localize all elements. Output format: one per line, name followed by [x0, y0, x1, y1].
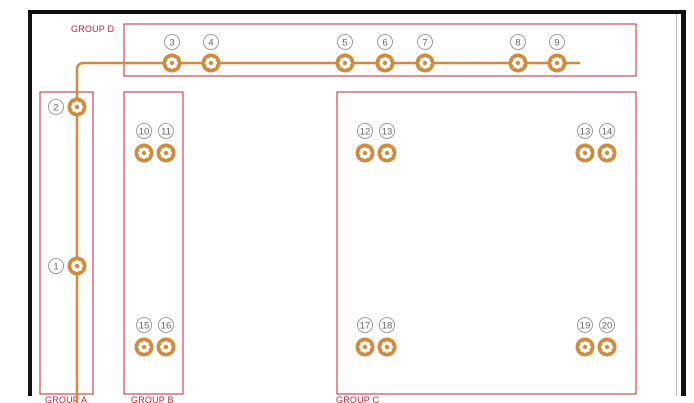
- led-6: 6: [375, 34, 395, 73]
- led-number-badge: 11: [158, 123, 174, 139]
- led-center: [141, 344, 147, 350]
- led-3: 3: [162, 34, 182, 73]
- led-center: [582, 344, 588, 350]
- led-layer: 123 4 5 6 7 8 910 1115 1612 13 13 1417 18 19 20: [48, 34, 617, 357]
- led-19: 19: [575, 317, 595, 357]
- led-number-badge: 9: [549, 34, 565, 50]
- led-number: 1: [53, 261, 58, 272]
- led-number-badge: 1: [48, 258, 64, 274]
- led-number-badge: 7: [417, 34, 433, 50]
- led-center: [554, 60, 560, 66]
- led-center: [422, 60, 428, 66]
- led-center: [582, 150, 588, 156]
- led-center: [382, 60, 388, 66]
- group-d-label: GROUP D: [71, 24, 115, 34]
- led-number-badge: 18: [379, 317, 395, 333]
- led-number: 10: [139, 126, 150, 137]
- led-number-badge: 19: [577, 317, 593, 333]
- led-number-badge: 16: [158, 317, 174, 333]
- led-number-badge: 12: [357, 123, 373, 139]
- led-number: 16: [161, 320, 172, 331]
- led-number-badge: 17: [357, 317, 373, 333]
- led-center: [163, 150, 169, 156]
- led-11: 11: [156, 123, 176, 163]
- led-8: 8: [508, 34, 528, 73]
- led-number: 7: [422, 37, 427, 48]
- led-center: [362, 344, 368, 350]
- led-center: [384, 150, 390, 156]
- group-a-label: GROUP A: [45, 395, 87, 403]
- led-13: 13: [575, 123, 595, 163]
- led-center: [74, 104, 80, 110]
- led-10: 10: [134, 123, 154, 163]
- led-number-badge: 20: [599, 317, 615, 333]
- led-number: 17: [360, 320, 371, 331]
- led-number: 14: [602, 126, 613, 137]
- led-center: [169, 60, 175, 66]
- led-12: 12: [355, 123, 375, 163]
- led-number-badge: 4: [203, 34, 219, 50]
- wiring-diagram: GROUP A GROUP B GROUP C GROUP D 123 4 5 6 7 8…: [39, 23, 637, 403]
- led-center: [342, 60, 348, 66]
- group-a-box: [39, 91, 94, 395]
- led-number: 13: [382, 126, 393, 137]
- led-number: 9: [554, 37, 559, 48]
- led-number: 20: [602, 320, 613, 331]
- led-center: [141, 150, 147, 156]
- led-number: 2: [53, 102, 58, 113]
- led-20: 20: [597, 317, 617, 357]
- led-number: 12: [360, 126, 371, 137]
- led-number-badge: 13: [379, 123, 395, 139]
- led-number-badge: 6: [377, 34, 393, 50]
- led-18: 18: [377, 317, 397, 357]
- led-15: 15: [134, 317, 154, 357]
- led-number: 5: [342, 37, 347, 48]
- led-center: [362, 150, 368, 156]
- led-9: 9: [547, 34, 567, 73]
- led-17: 17: [355, 317, 375, 357]
- led-number: 15: [139, 320, 150, 331]
- led-number-badge: 10: [136, 123, 152, 139]
- led-number-badge: 5: [337, 34, 353, 50]
- led-center: [515, 60, 521, 66]
- group-c-label: GROUP C: [336, 395, 380, 403]
- led-2: 2: [48, 97, 87, 117]
- led-number: 6: [382, 37, 387, 48]
- led-13: 13: [377, 123, 397, 163]
- led-number: 3: [169, 37, 174, 48]
- led-number: 11: [161, 126, 171, 137]
- led-4: 4: [201, 34, 221, 73]
- led-center: [74, 263, 80, 269]
- led-number-badge: 13: [577, 123, 593, 139]
- led-16: 16: [156, 317, 176, 357]
- group-b-label: GROUP B: [131, 395, 174, 403]
- led-5: 5: [335, 34, 355, 73]
- led-1: 1: [48, 256, 87, 276]
- led-number-badge: 3: [164, 34, 180, 50]
- led-number-badge: 14: [599, 123, 615, 139]
- led-number-badge: 2: [48, 99, 64, 115]
- led-number: 18: [382, 320, 393, 331]
- wire-path: [75, 61, 580, 403]
- led-number: 8: [515, 37, 520, 48]
- led-number-badge: 15: [136, 317, 152, 333]
- led-number-badge: 8: [510, 34, 526, 50]
- led-center: [604, 344, 610, 350]
- led-center: [208, 60, 214, 66]
- led-center: [604, 150, 610, 156]
- led-number: 13: [580, 126, 591, 137]
- led-14: 14: [597, 123, 617, 163]
- led-7: 7: [415, 34, 435, 73]
- led-number: 19: [580, 320, 591, 331]
- led-number: 4: [208, 37, 213, 48]
- led-center: [384, 344, 390, 350]
- led-center: [163, 344, 169, 350]
